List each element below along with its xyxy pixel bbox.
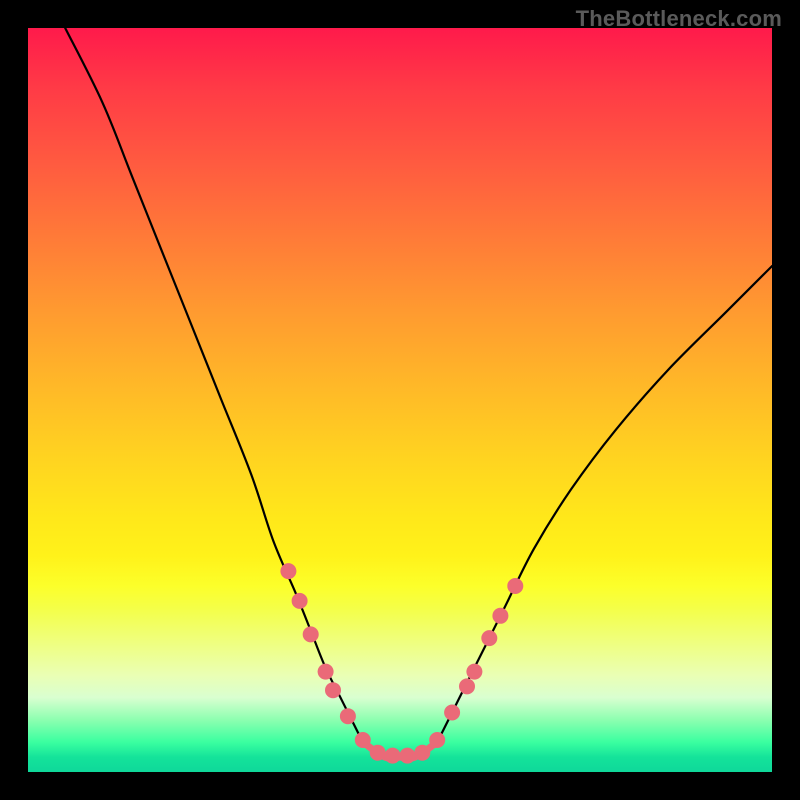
data-marker xyxy=(399,748,415,764)
watermark-text: TheBottleneck.com xyxy=(576,6,782,32)
data-marker xyxy=(355,732,371,748)
plot-area xyxy=(28,28,772,772)
data-marker xyxy=(429,732,445,748)
data-marker xyxy=(292,593,308,609)
markers-left-branch xyxy=(280,563,356,724)
chart-svg xyxy=(28,28,772,772)
data-marker xyxy=(340,708,356,724)
data-marker xyxy=(481,630,497,646)
data-marker xyxy=(325,682,341,698)
data-marker xyxy=(414,745,430,761)
data-marker xyxy=(466,664,482,680)
chart-frame: TheBottleneck.com xyxy=(0,0,800,800)
data-marker xyxy=(385,748,401,764)
data-marker xyxy=(459,678,475,694)
right-ascent-line xyxy=(437,266,772,742)
data-marker xyxy=(370,745,386,761)
data-marker xyxy=(444,705,460,721)
data-marker xyxy=(303,626,319,642)
data-marker xyxy=(492,608,508,624)
data-marker xyxy=(507,578,523,594)
data-marker xyxy=(318,664,334,680)
data-marker xyxy=(280,563,296,579)
